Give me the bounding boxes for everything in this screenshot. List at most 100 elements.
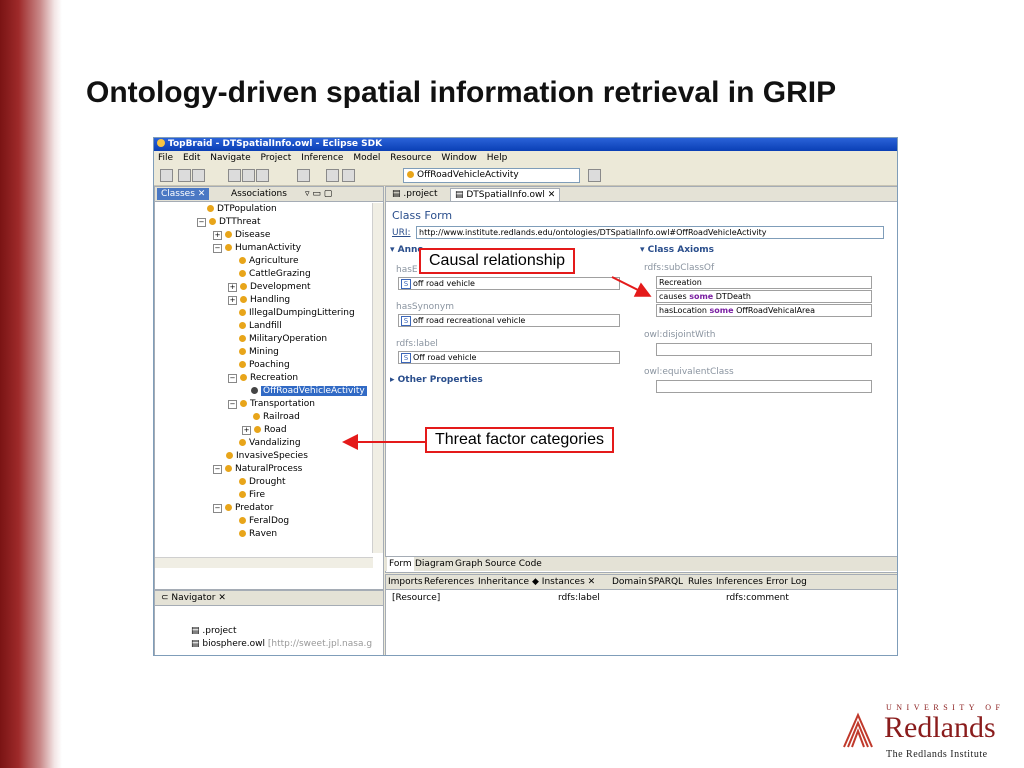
- expand-icon[interactable]: +: [228, 283, 237, 292]
- menu-navigate[interactable]: Navigate: [210, 153, 250, 163]
- tree-item[interactable]: MilitaryOperation: [239, 333, 327, 346]
- tab-classes[interactable]: Classes ✕: [157, 188, 210, 200]
- menu-project[interactable]: Project: [261, 153, 292, 163]
- column-header[interactable]: rdfs:comment: [726, 593, 789, 603]
- value-field[interactable]: S Off road vehicle: [398, 351, 620, 364]
- tree-item-selected[interactable]: OffRoadVehicleActivity: [251, 385, 367, 398]
- tree-item[interactable]: CattleGrazing: [239, 268, 311, 281]
- tree-item[interactable]: − NaturalProcess: [213, 463, 302, 476]
- upload-icon[interactable]: [297, 169, 310, 182]
- tree-item[interactable]: − Predator: [213, 502, 273, 515]
- stop-icon[interactable]: [242, 169, 255, 182]
- nav-item[interactable]: ▤ .project: [191, 625, 236, 638]
- tree-item[interactable]: InvasiveSpecies: [226, 450, 308, 463]
- tree-item[interactable]: + Disease: [213, 229, 270, 242]
- tab-instances[interactable]: ◆ Instances ✕: [532, 575, 595, 589]
- other-properties-header[interactable]: ▸ Other Properties: [390, 375, 483, 385]
- expand-icon[interactable]: +: [213, 231, 222, 240]
- tree-item[interactable]: Railroad: [253, 411, 300, 424]
- tab-inferences[interactable]: Inferences: [716, 575, 763, 589]
- class-icon: [253, 413, 260, 420]
- value-field[interactable]: Soff road vehicle: [398, 277, 620, 290]
- class-axioms-header[interactable]: ▾ Class Axioms: [640, 245, 714, 255]
- expand-icon[interactable]: +: [242, 426, 251, 435]
- collapse-icon[interactable]: −: [213, 504, 222, 513]
- collapse-icon[interactable]: −: [228, 400, 237, 409]
- tab-form[interactable]: Form: [387, 557, 414, 571]
- tree-item[interactable]: DTPopulation: [207, 203, 277, 216]
- tab-graph[interactable]: Graph: [453, 557, 485, 571]
- tree-item[interactable]: − HumanActivity: [213, 242, 301, 255]
- tree-item[interactable]: FeralDog: [239, 515, 289, 528]
- collapse-icon[interactable]: −: [213, 244, 222, 253]
- forward-icon[interactable]: [342, 169, 355, 182]
- nav-item[interactable]: ▤ biosphere.owl [http://sweet.jpl.nasa.g: [191, 638, 372, 651]
- expand-icon[interactable]: +: [228, 296, 237, 305]
- tab-error-log[interactable]: Error Log: [766, 575, 807, 589]
- tab-rules[interactable]: Rules: [688, 575, 712, 589]
- tree-item[interactable]: Mining: [239, 346, 279, 359]
- menu-inference[interactable]: Inference: [301, 153, 343, 163]
- close-icon[interactable]: ✕: [198, 189, 206, 199]
- tree-item[interactable]: + Handling: [228, 294, 290, 307]
- tab-sparql[interactable]: SPARQL: [648, 575, 683, 589]
- menu-file[interactable]: File: [158, 153, 173, 163]
- tab-project-file[interactable]: ▤ .project: [388, 188, 441, 200]
- tree-item[interactable]: IllegalDumpingLittering: [239, 307, 355, 320]
- tree-item[interactable]: Raven: [239, 528, 277, 541]
- file-icon: ▤: [392, 189, 404, 199]
- tree-item[interactable]: − Transportation: [228, 398, 315, 411]
- tree-horizontal-scrollbar[interactable]: [155, 557, 373, 568]
- view-toolbar-icon[interactable]: ▿ ▭ ▢: [301, 188, 336, 200]
- value-field[interactable]: Soff road recreational vehicle: [398, 314, 620, 327]
- tree-item[interactable]: + Road: [242, 424, 287, 437]
- new-icon[interactable]: [160, 169, 173, 182]
- value-field[interactable]: [656, 343, 872, 356]
- collapse-icon[interactable]: −: [197, 218, 206, 227]
- tab-imports[interactable]: Imports: [388, 575, 423, 589]
- owl-file-icon: ▤: [191, 639, 203, 649]
- tree-item[interactable]: Agriculture: [239, 255, 299, 268]
- superclass-field[interactable]: Recreation: [656, 276, 872, 289]
- tree-item[interactable]: − DTThreat: [197, 216, 261, 229]
- menu-resource[interactable]: Resource: [390, 153, 431, 163]
- tree-item[interactable]: Poaching: [239, 359, 290, 372]
- column-header[interactable]: rdfs:label: [558, 593, 600, 603]
- back-icon[interactable]: [326, 169, 339, 182]
- tree-item[interactable]: Vandalizing: [239, 437, 301, 450]
- tab-source-code[interactable]: Source Code: [483, 557, 544, 571]
- tab-associations[interactable]: Associations: [227, 188, 291, 200]
- menu-model[interactable]: Model: [353, 153, 380, 163]
- resource-selector[interactable]: OffRoadVehicleActivity: [403, 168, 580, 183]
- restriction-field[interactable]: hasLocation some OffRoadVehicalArea: [656, 304, 872, 317]
- value-field[interactable]: [656, 380, 872, 393]
- tab-navigator[interactable]: ⊂ Navigator ✕: [157, 592, 230, 604]
- tab-references[interactable]: References: [424, 575, 474, 589]
- tab-domain[interactable]: Domain: [612, 575, 647, 589]
- tree-item[interactable]: + Development: [228, 281, 311, 294]
- tab-diagram[interactable]: Diagram: [413, 557, 456, 571]
- tree-item-label: Fire: [249, 490, 266, 500]
- tree-item[interactable]: Drought: [239, 476, 286, 489]
- menu-window[interactable]: Window: [441, 153, 477, 163]
- debug-icon[interactable]: [256, 169, 269, 182]
- tab-inheritance[interactable]: Inheritance: [478, 575, 529, 589]
- class-icon: [239, 361, 246, 368]
- column-header[interactable]: [Resource]: [392, 593, 440, 603]
- save-icon[interactable]: [178, 169, 191, 182]
- menu-help[interactable]: Help: [487, 153, 508, 163]
- tree-item[interactable]: Landfill: [239, 320, 282, 333]
- tree-item[interactable]: − Recreation: [228, 372, 298, 385]
- tree-vertical-scrollbar[interactable]: [372, 203, 383, 553]
- tree-item-label: Poaching: [249, 360, 290, 370]
- tab-dtspatialinfo[interactable]: ▤ DTSpatialInfo.owl ✕: [450, 188, 561, 201]
- run-icon[interactable]: [228, 169, 241, 182]
- collapse-icon[interactable]: −: [228, 374, 237, 383]
- tree-item[interactable]: Fire: [239, 489, 265, 502]
- uri-field[interactable]: http://www.institute.redlands.edu/ontolo…: [416, 226, 884, 239]
- print-icon[interactable]: [192, 169, 205, 182]
- home-icon[interactable]: [588, 169, 601, 182]
- restriction-field[interactable]: causes some DTDeath: [656, 290, 872, 303]
- collapse-icon[interactable]: −: [213, 465, 222, 474]
- menu-edit[interactable]: Edit: [183, 153, 200, 163]
